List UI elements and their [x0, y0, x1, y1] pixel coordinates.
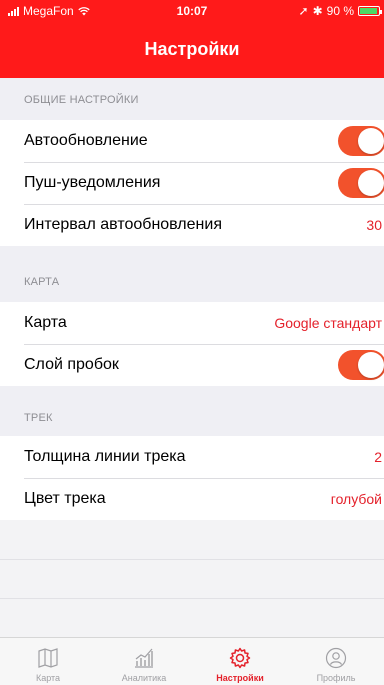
tab-settings[interactable]: Настройки [192, 638, 288, 685]
map-value: Google стандарт [274, 315, 382, 331]
interval-label: Интервал автообновления [24, 216, 222, 233]
track-color-label: Цвет трека [24, 490, 106, 507]
toggle-knob [358, 128, 384, 154]
settings-group-map: Карта Google стандарт Слой пробок [0, 302, 384, 386]
tab-map[interactable]: Карта [0, 638, 96, 685]
map-icon [38, 648, 58, 668]
battery-icon [358, 6, 382, 16]
location-arrow-icon: ➚ [298, 4, 309, 18]
traffic-label: Слой пробок [24, 356, 119, 373]
row-traffic: Слой пробок [0, 344, 384, 386]
push-label: Пуш-уведомления [24, 174, 161, 191]
autoupdate-label: Автообновление [24, 132, 148, 149]
tab-label: Профиль [316, 673, 356, 683]
traffic-toggle[interactable] [338, 350, 384, 380]
track-width-value: 2 [374, 449, 382, 465]
autoupdate-toggle[interactable] [338, 126, 384, 156]
settings-group-general: Автообновление Пуш-уведомления Интервал … [0, 120, 384, 246]
row-track-width[interactable]: Толщина линии трека 2 [0, 436, 384, 478]
tab-profile[interactable]: Профиль [288, 638, 384, 685]
status-right: ➚ ✱ 90 % [298, 4, 382, 18]
toggle-knob [358, 352, 384, 378]
empty-divider [0, 559, 384, 560]
status-bar: MegaFon 10:07 ➚ ✱ 90 % [0, 0, 384, 22]
section-header-map: КАРТА [24, 276, 60, 288]
gear-icon [229, 647, 251, 669]
row-map-type[interactable]: Карта Google стандарт [0, 302, 384, 344]
page-title: Настройки [144, 39, 240, 59]
section-header-track: ТРЕК [24, 412, 53, 424]
tab-label: Аналитика [121, 673, 167, 683]
tab-label: Настройки [216, 673, 264, 683]
navigation-bar: Настройки [0, 22, 384, 78]
chart-icon [135, 648, 153, 668]
empty-list-area [0, 520, 384, 637]
tab-bar: Карта Аналитика Настройки Профиль [0, 637, 384, 685]
toggle-knob [358, 170, 384, 196]
map-label: Карта [24, 314, 67, 331]
tab-label: Карта [35, 673, 61, 683]
track-color-value: голубой [330, 491, 382, 507]
battery-percent: 90 % [326, 4, 354, 18]
tab-analytics[interactable]: Аналитика [96, 638, 192, 685]
row-push: Пуш-уведомления [0, 162, 384, 204]
row-interval[interactable]: Интервал автообновления 30 [0, 204, 384, 246]
empty-divider [0, 598, 384, 599]
track-width-label: Толщина линии трека [24, 448, 186, 465]
settings-group-track: Толщина линии трека 2 Цвет трека голубой [0, 436, 384, 520]
profile-icon [325, 647, 347, 669]
interval-value: 30 [366, 217, 382, 233]
bluetooth-icon: ✱ [312, 4, 323, 18]
push-toggle[interactable] [338, 168, 384, 198]
row-track-color[interactable]: Цвет трека голубой [0, 478, 384, 520]
section-header-general: ОБЩИЕ НАСТРОЙКИ [24, 94, 139, 106]
row-autoupdate: Автообновление [0, 120, 384, 162]
